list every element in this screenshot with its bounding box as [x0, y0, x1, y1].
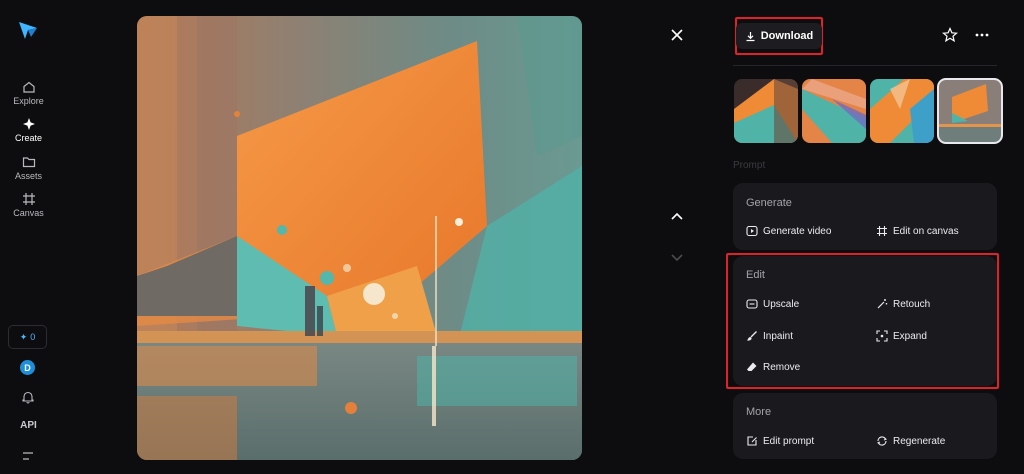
left-nav: Explore Create Assets Canvas ✦ 0 D API: [0, 0, 57, 474]
upscale-label: Upscale: [763, 298, 800, 310]
api-link[interactable]: API: [0, 420, 57, 431]
thumbnail-1-artwork: [734, 79, 798, 143]
thumbnail-4-artwork: [938, 79, 1002, 143]
eraser-icon: [747, 362, 757, 371]
generate-section-title: Generate: [746, 197, 792, 209]
credits-badge[interactable]: ✦ 0: [8, 325, 47, 349]
variation-thumbnail-3[interactable]: [870, 79, 934, 143]
generate-video-button[interactable]: Generate video: [746, 225, 831, 237]
prompt-label: Prompt: [733, 160, 766, 171]
generated-image-artwork: [137, 16, 582, 460]
edit-section: Edit Upscale Retouch Inpaint Expand Remo…: [733, 256, 997, 386]
inpaint-button[interactable]: Inpaint: [746, 330, 793, 342]
play-square-icon: [746, 225, 758, 237]
star-icon[interactable]: [942, 27, 958, 43]
brush-icon: [747, 331, 757, 341]
chevron-down-icon[interactable]: [668, 248, 686, 266]
variation-thumbnail-4-selected[interactable]: [937, 78, 1003, 144]
credits-count: 0: [30, 332, 36, 342]
generate-section: Generate Generate video Edit on canvas: [733, 183, 997, 250]
frame-icon: [877, 226, 887, 236]
more-options-icon[interactable]: [973, 27, 991, 43]
download-label: Download: [760, 30, 814, 42]
generated-image: [137, 16, 582, 460]
close-icon[interactable]: [668, 26, 686, 44]
remove-button[interactable]: Remove: [746, 361, 800, 373]
bell-icon[interactable]: [21, 390, 35, 404]
upscale-icon: [746, 299, 758, 309]
divider: [733, 65, 997, 66]
sparkle-icon: [22, 118, 35, 130]
edit-prompt-label: Edit prompt: [763, 435, 815, 447]
home-icon: [22, 81, 35, 93]
menu-icon[interactable]: [21, 450, 35, 462]
download-button[interactable]: Download: [735, 23, 823, 49]
upscale-button[interactable]: Upscale: [746, 298, 799, 310]
inpaint-label: Inpaint: [763, 330, 794, 342]
edit-section-title: Edit: [746, 269, 765, 281]
nav-item-create[interactable]: Create: [0, 117, 57, 143]
credit-sparkle-icon: ✦: [19, 331, 28, 342]
regenerate-button[interactable]: Regenerate: [876, 435, 945, 447]
generate-video-label: Generate video: [763, 225, 832, 237]
remove-label: Remove: [763, 361, 801, 373]
nav-item-assets[interactable]: Assets: [0, 155, 57, 181]
nav-item-explore[interactable]: Explore: [0, 80, 57, 106]
more-section-title: More: [746, 406, 772, 418]
avatar[interactable]: D: [20, 360, 35, 375]
nav-item-canvas[interactable]: Canvas: [0, 192, 57, 218]
edit-prompt-icon: [747, 436, 757, 446]
edit-prompt-button[interactable]: Edit prompt: [746, 435, 814, 447]
edit-on-canvas-button[interactable]: Edit on canvas: [876, 225, 959, 237]
nav-label-assets: Assets: [14, 171, 42, 181]
thumbnail-2-artwork: [802, 79, 866, 143]
download-highlight: Download: [735, 17, 823, 55]
magic-wand-icon: [877, 299, 888, 309]
refresh-icon: [877, 436, 887, 446]
download-icon: [746, 31, 755, 41]
folder-icon: [22, 157, 35, 168]
expand-label: Expand: [893, 330, 927, 342]
nav-label-create: Create: [14, 133, 42, 143]
expand-icon: [876, 330, 888, 342]
retouch-label: Retouch: [893, 298, 931, 310]
nav-label-canvas: Canvas: [13, 208, 44, 218]
frame-icon: [22, 193, 35, 205]
expand-button[interactable]: Expand: [876, 330, 927, 342]
more-section: More Edit prompt Regenerate: [733, 393, 997, 459]
thumbnail-3-artwork: [870, 79, 934, 143]
edit-on-canvas-label: Edit on canvas: [893, 225, 959, 237]
regenerate-label: Regenerate: [893, 435, 946, 447]
nav-label-explore: Explore: [13, 96, 44, 106]
retouch-button[interactable]: Retouch: [876, 298, 930, 310]
variation-thumbnail-2[interactable]: [802, 79, 866, 143]
chevron-up-icon[interactable]: [668, 208, 686, 226]
variation-thumbnail-1[interactable]: [734, 79, 798, 143]
app-logo-icon[interactable]: [17, 19, 39, 41]
